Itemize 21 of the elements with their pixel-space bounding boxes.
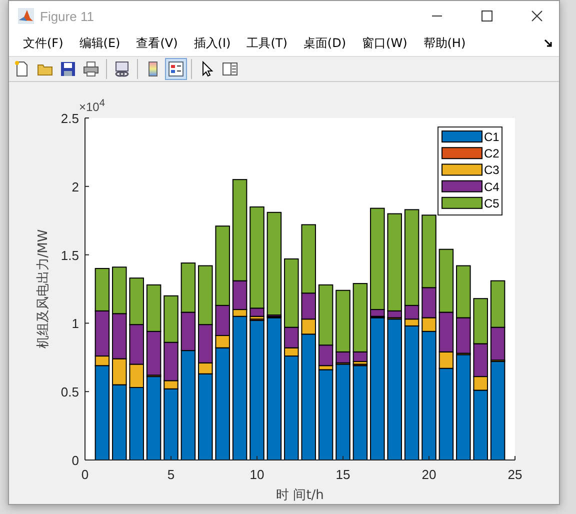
y-axis-label: 机组及风电出力/MW	[36, 229, 51, 349]
tick-label: 10	[250, 467, 264, 482]
tick-label: 20	[422, 467, 436, 482]
tick-label: 5	[167, 467, 175, 482]
tick-label: 1	[72, 316, 79, 332]
exponent-label: ×10$^{4}$	[79, 100, 105, 114]
tick-label: 2	[72, 179, 79, 194]
legend-label: C2	[484, 146, 500, 161]
tick-label: 0	[81, 467, 89, 482]
legend-label: C3	[484, 163, 500, 178]
tick-label: 0.5	[60, 384, 79, 400]
tick-label: 0	[72, 453, 79, 468]
tick-label: 15	[336, 467, 350, 482]
x-axis-label: 时 间t/h	[276, 488, 324, 503]
tick-label: 2.5	[60, 111, 79, 126]
window-title: Figure 11	[40, 8, 95, 24]
legend-label: C5	[484, 196, 500, 210]
legend-label: C1	[484, 130, 500, 144]
tick-label: 1.5	[60, 248, 79, 263]
legend-label: C4	[484, 180, 500, 194]
tick-label: 25	[508, 467, 522, 482]
